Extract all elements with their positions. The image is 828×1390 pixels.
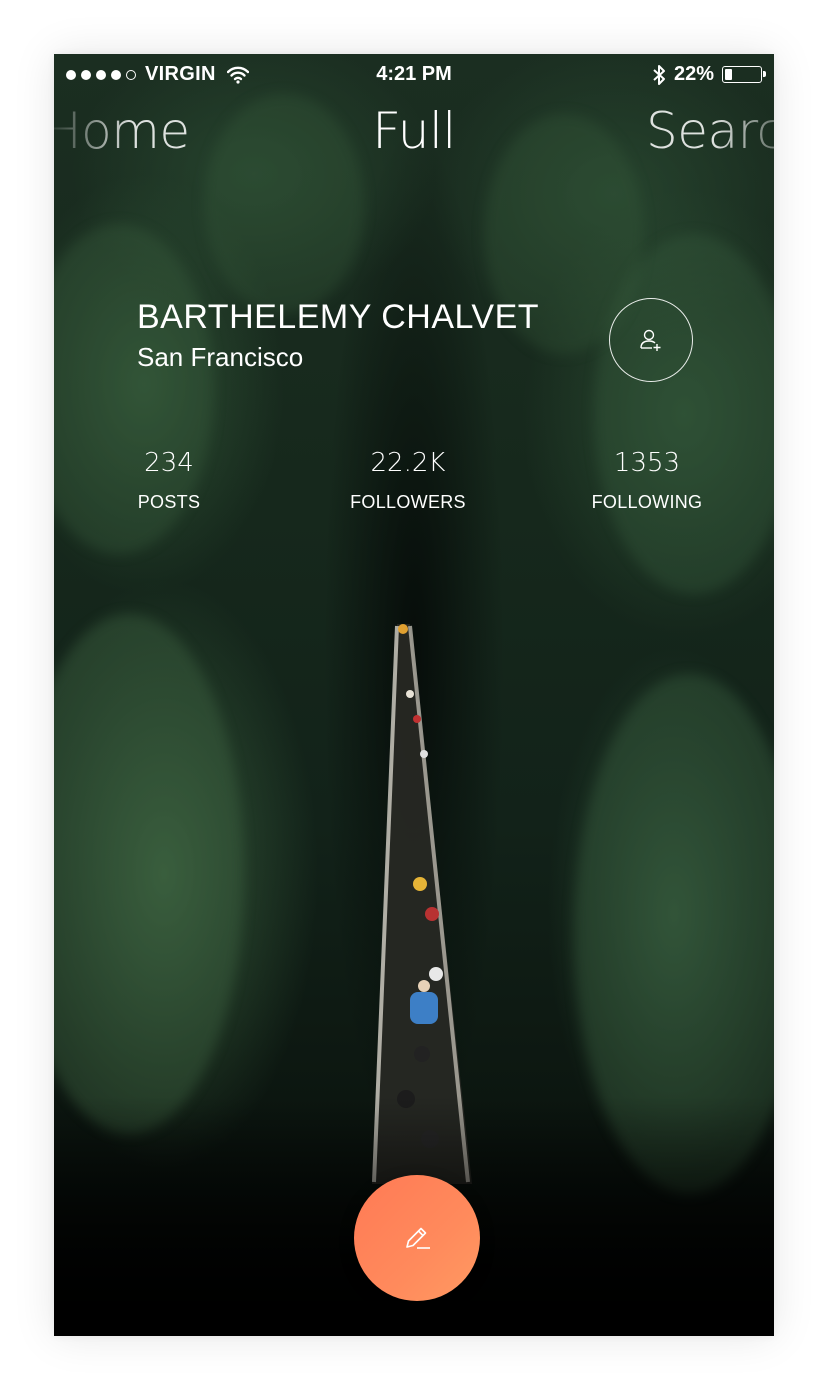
pencil-icon — [406, 1227, 430, 1249]
stat-value: 1353 — [613, 448, 681, 478]
phone-screen: VIRGIN 4:21 PM 22% Home Full Search BAR — [54, 54, 774, 1336]
stat-label: FOLLOWING — [591, 492, 703, 512]
stat-value: 234 — [144, 448, 194, 478]
status-bar: VIRGIN 4:21 PM 22% — [54, 54, 774, 94]
status-right: 22% — [652, 63, 766, 86]
stat-value: 22.2K — [370, 448, 446, 478]
forest-background-image — [54, 54, 774, 1336]
battery-icon — [722, 66, 766, 83]
stat-label: FOLLOWERS — [350, 492, 466, 512]
stat-posts[interactable]: 234 POSTS — [79, 448, 259, 513]
stat-label: POSTS — [137, 492, 201, 512]
stat-followers[interactable]: 22.2K FOLLOWERS — [318, 448, 498, 513]
profile-city: San Francisco — [137, 342, 304, 372]
follow-button[interactable] — [609, 298, 693, 382]
bluetooth-icon — [653, 64, 665, 85]
compose-button[interactable] — [354, 1175, 480, 1301]
add-user-icon — [640, 329, 661, 351]
nav-tabs: Home Full Search — [54, 98, 774, 168]
tab-search[interactable]: Search — [646, 102, 774, 160]
profile-name: BARTHELEMY CHALVET — [137, 298, 540, 336]
stat-following[interactable]: 1353 FOLLOWING — [557, 448, 737, 513]
battery-percent: 22% — [673, 63, 714, 85]
